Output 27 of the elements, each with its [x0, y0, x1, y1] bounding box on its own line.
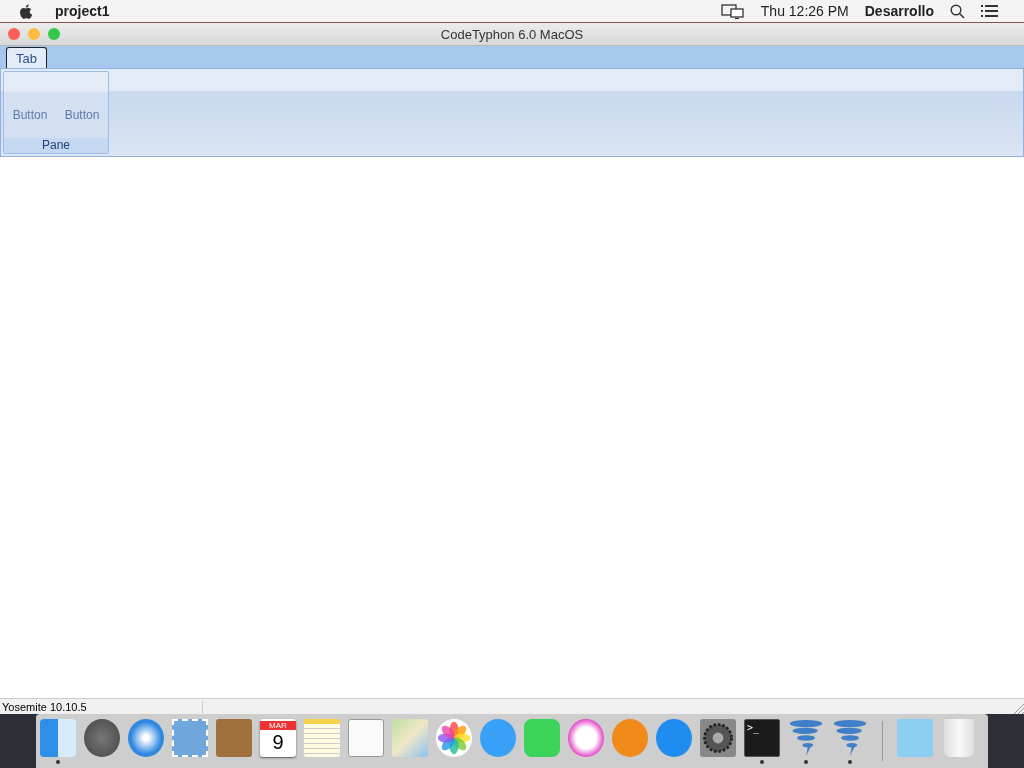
tornado-icon[interactable] — [832, 718, 868, 757]
tornado-icon[interactable] — [788, 718, 824, 757]
notepad-icon[interactable] — [304, 718, 340, 757]
trash-icon[interactable] — [944, 718, 974, 757]
running-indicator — [848, 759, 852, 764]
window-title: CodeTyphon 6.0 MacOS — [439, 26, 585, 42]
clock[interactable]: Thu 12:26 PM — [760, 3, 849, 19]
ribbon-tab[interactable]: Tab — [6, 47, 47, 68]
minimize-button[interactable] — [28, 28, 40, 40]
pane-label: Pane — [4, 138, 108, 153]
flower-icon[interactable] — [436, 718, 472, 757]
running-indicator — [56, 759, 60, 764]
calendar-icon[interactable]: MAR 9 — [260, 718, 296, 757]
dock-item[interactable]: >_ — [744, 718, 780, 764]
apple-icon[interactable] — [20, 3, 33, 19]
displays-icon[interactable] — [720, 3, 745, 19]
gear-icon[interactable] — [700, 718, 736, 757]
running-indicator — [760, 759, 764, 764]
running-indicator — [804, 759, 808, 764]
close-button[interactable] — [8, 28, 20, 40]
terminal-icon[interactable]: >_ — [744, 718, 780, 757]
user-name[interactable]: Desarrollo — [864, 3, 934, 19]
app-name[interactable]: project1 — [55, 3, 110, 19]
status-panel-text: Yosemite 10.10.5 — [0, 700, 203, 713]
dock-item[interactable]: MAR 9 — [260, 718, 296, 764]
search-icon[interactable] — [950, 3, 965, 19]
zoom-button[interactable] — [48, 28, 60, 40]
